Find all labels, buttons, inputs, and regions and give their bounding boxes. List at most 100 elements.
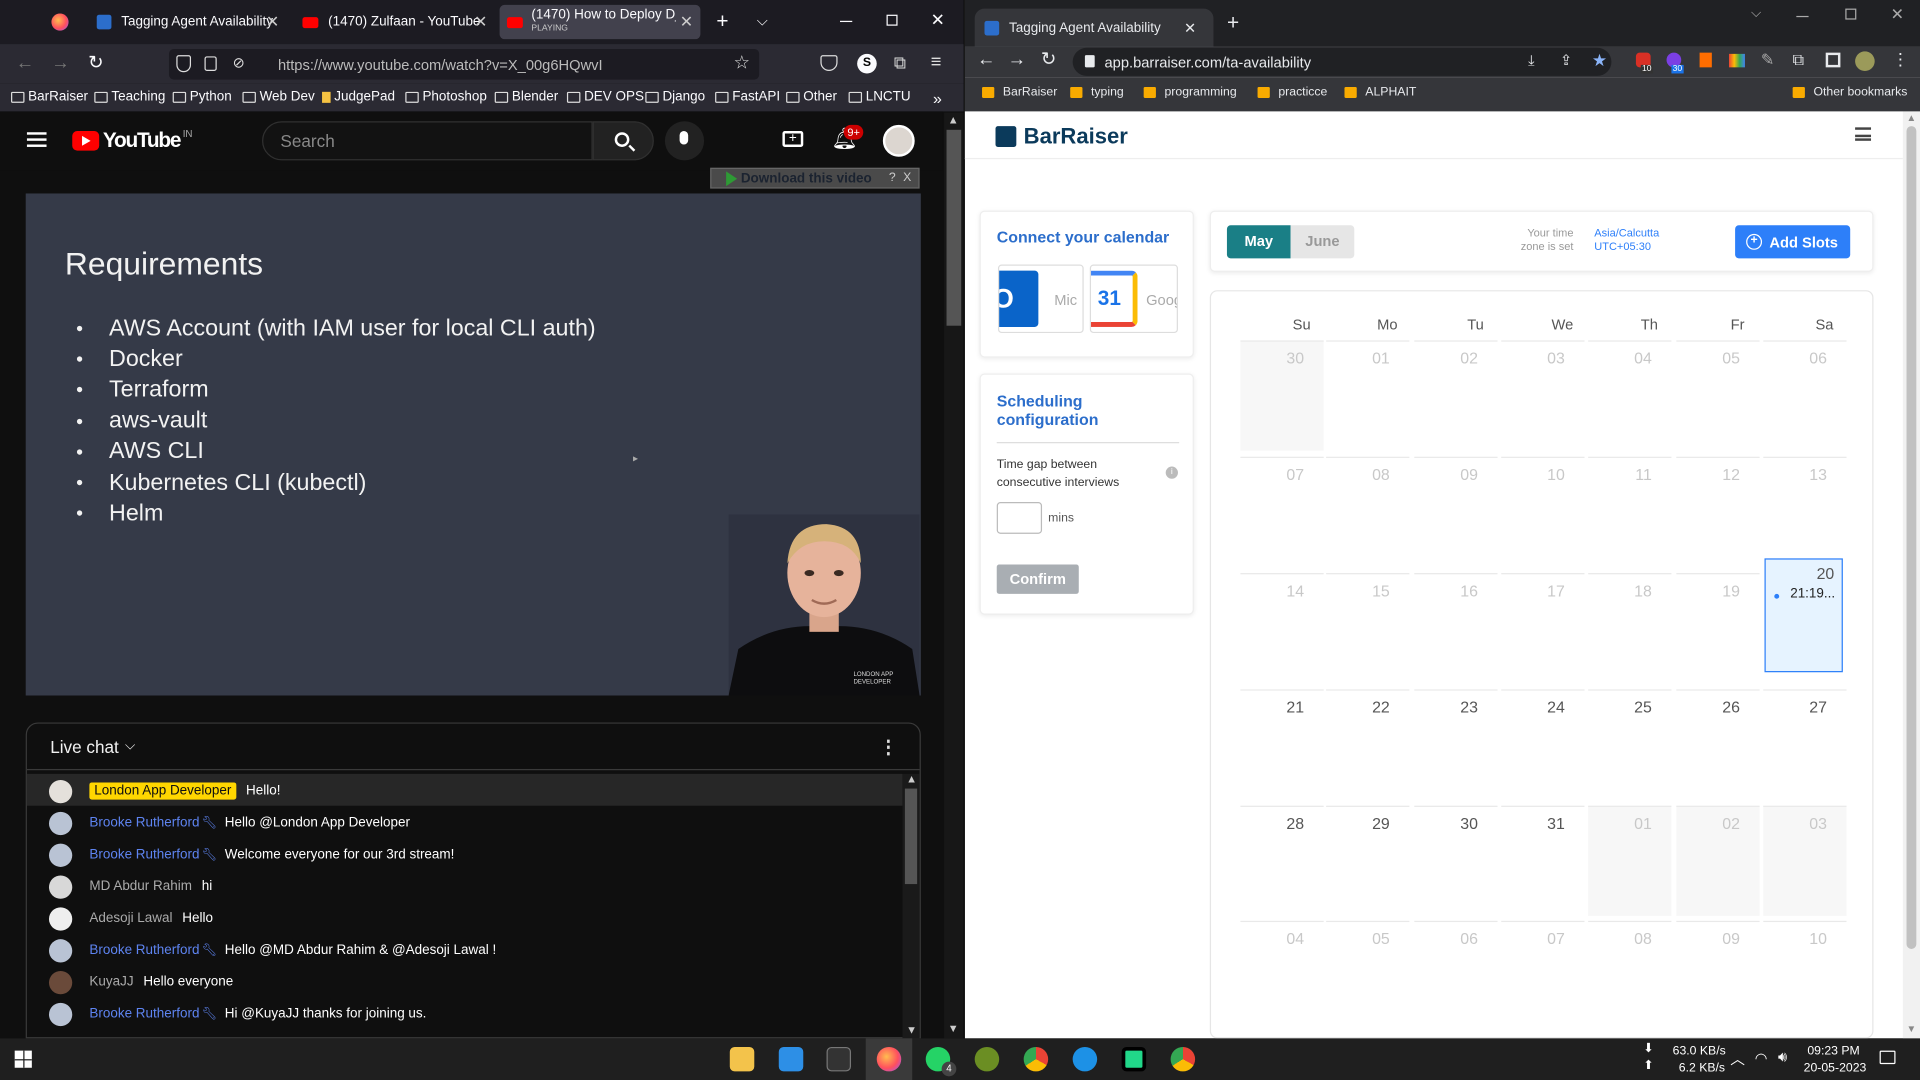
chrome-icon[interactable] [1023,1046,1049,1072]
tray-chevron-up-icon[interactable]: ︿ [1730,1048,1745,1069]
chat-message[interactable]: Adesoji Lawal Hello [48,904,213,933]
account-avatar[interactable] [882,124,915,157]
barraiser-logo[interactable]: BarRaiser [995,124,1128,150]
bookmark-photoshop[interactable]: Photoshop [405,89,487,104]
firefox-menu-icon[interactable] [51,13,69,31]
calendar-day-cell[interactable]: 07 [1501,920,1585,1031]
confirm-button[interactable]: Confirm [996,564,1079,594]
calendar-day-cell[interactable]: 16 [1414,573,1498,683]
calendar-day-cell[interactable]: 17 [1501,573,1585,683]
calendar-day-cell[interactable]: 02 [1676,805,1760,916]
firefox-icon[interactable] [876,1046,902,1072]
calendar-day-cell[interactable]: 05 [1676,340,1760,450]
chat-message[interactable]: Brooke Rutherford 🔧︎ Welcome everyone for… [48,840,454,869]
calendar-day-cell[interactable]: 08 [1588,920,1672,1031]
calendar-day-cell[interactable]: 07 [1240,456,1324,567]
calendar-day-cell[interactable]: 20 21:19... [1764,558,1843,673]
new-tab-icon[interactable]: + [1227,11,1239,35]
calendar-day-cell[interactable]: 14 [1240,573,1324,683]
chat-message[interactable]: Brooke Rutherford 🔧︎ Hi @KuyaJJ thanks fo… [48,999,426,1028]
bookmark-django[interactable]: Django [645,89,705,104]
slot-event[interactable]: 21:19... [1790,587,1835,602]
chevron-down-icon[interactable]: ⌵ [757,12,768,30]
calendar-day-cell[interactable]: 27 [1763,689,1847,799]
bookmark-judgepad[interactable]: JudgePad [322,89,395,104]
calendar-day-cell[interactable]: 09 [1676,920,1760,1031]
google-calendar-option[interactable]: 31 Google [1089,264,1178,334]
extension-icon-colors[interactable] [1728,53,1745,68]
calendar-day-cell[interactable]: 26 [1676,689,1760,799]
close-icon[interactable]: X [903,171,911,184]
outlook-option[interactable]: O Mic [997,264,1084,334]
star-icon[interactable]: ★ [1592,50,1607,71]
other-bookmarks[interactable]: Other bookmarks [1792,86,1907,99]
url-text[interactable]: https://www.youtube.com/watch?v=X_00g6HQ… [278,56,603,73]
close-icon[interactable]: ✕ [1184,19,1196,36]
app-icon-green[interactable] [974,1046,1000,1072]
back-icon[interactable]: ← [16,53,34,74]
bookmark-programming[interactable]: programming [1143,86,1237,99]
address-bar[interactable]: app.barraiser.com/ta-availability ⤓ ⇪ ★ [1072,47,1612,76]
minimize-icon[interactable] [1796,15,1809,18]
calendar-day-cell[interactable]: 28 [1240,805,1324,916]
calendar-day-cell[interactable]: 04 [1240,920,1324,1031]
maximize-icon[interactable] [886,14,898,26]
network-icon[interactable]: ◠ [1755,1049,1768,1066]
calendar-day-cell[interactable]: 25 [1588,689,1672,799]
calendar-day-cell[interactable]: 30 [1414,805,1498,916]
terminal-icon[interactable] [826,1046,852,1072]
close-icon[interactable]: ✕ [680,12,693,32]
close-window-icon[interactable]: ✕ [931,10,945,31]
chat-author[interactable]: MD Abdur Rahim [89,879,192,894]
calendar-day-cell[interactable]: 23 [1414,689,1498,799]
chat-author[interactable]: KuyaJJ [89,975,133,990]
hamburger-menu-icon[interactable] [26,132,47,147]
bookmark-blender[interactable]: Blender [494,89,558,104]
reload-icon[interactable]: ↻ [88,51,103,74]
share-icon[interactable]: ⇪ [1560,51,1572,68]
clock-time[interactable]: 09:23 PM [1807,1044,1859,1057]
forward-icon[interactable]: → [51,53,69,74]
bookmark-webdev[interactable]: Web Dev [242,89,315,104]
docker-icon[interactable] [1072,1046,1098,1072]
calendar-day-cell[interactable]: 24 [1501,689,1585,799]
new-tab-icon[interactable]: + [716,10,728,34]
notification-center-icon[interactable] [1879,1050,1896,1065]
search-input[interactable]: Search [262,121,593,161]
calendar-day-cell[interactable]: 09 [1414,456,1498,567]
search-button[interactable] [592,121,654,161]
browser-scrollbar[interactable]: ▲ ▼ [1902,111,1920,1039]
extensions-icon[interactable]: ⧉ [894,53,906,74]
calendar-day-cell[interactable]: 18 [1588,573,1672,683]
calendar-day-cell[interactable]: 03 [1763,805,1847,916]
scroll-up-icon[interactable]: ▲ [948,114,959,126]
chat-author[interactable]: Brooke Rutherford [89,1007,199,1022]
calendar-day-cell[interactable]: 29 [1326,805,1410,916]
chat-message[interactable]: MD Abdur Rahim hi [48,872,212,901]
month-tab-june[interactable]: June [1290,225,1355,259]
chat-message[interactable]: KuyaJJ Hello everyone [48,967,233,996]
sidepanel-icon[interactable] [1825,52,1841,68]
create-video-icon[interactable]: + [782,131,804,147]
calendar-day-cell[interactable]: 03 [1501,340,1585,450]
download-video-bar[interactable]: Download this video ? X [710,167,920,189]
calendar-day-cell[interactable]: 06 [1414,920,1498,1031]
tab-zulfaan-youtube[interactable]: (1470) Zulfaan - YouTube ✕ [294,5,495,39]
calendar-day-cell[interactable]: 01 [1588,805,1672,916]
forward-icon[interactable]: → [1008,49,1026,70]
bookmark-alphait[interactable]: ALPHAIT [1344,86,1416,99]
month-tab-may[interactable]: May [1226,225,1291,259]
bookmark-lnctu[interactable]: LNCTU [848,89,911,104]
bookmark-barraiser[interactable]: BarRaiser [11,89,88,104]
windows-start-icon[interactable] [14,1050,32,1068]
calendar-day-cell[interactable]: 19 [1676,573,1760,683]
calendar-day-cell[interactable]: 05 [1326,920,1410,1031]
time-gap-input[interactable] [996,502,1043,534]
more-options-icon[interactable]: ⋮ [879,736,897,758]
chat-author[interactable]: Brooke Rutherford [89,943,199,958]
live-chat-header[interactable]: Live chat ⌵ [26,724,920,771]
scrollbar-thumb[interactable] [904,788,918,885]
calendar-day-cell[interactable]: 31 [1501,805,1585,916]
vscode-icon[interactable] [778,1046,804,1072]
hamburger-menu-icon[interactable] [1855,127,1872,141]
